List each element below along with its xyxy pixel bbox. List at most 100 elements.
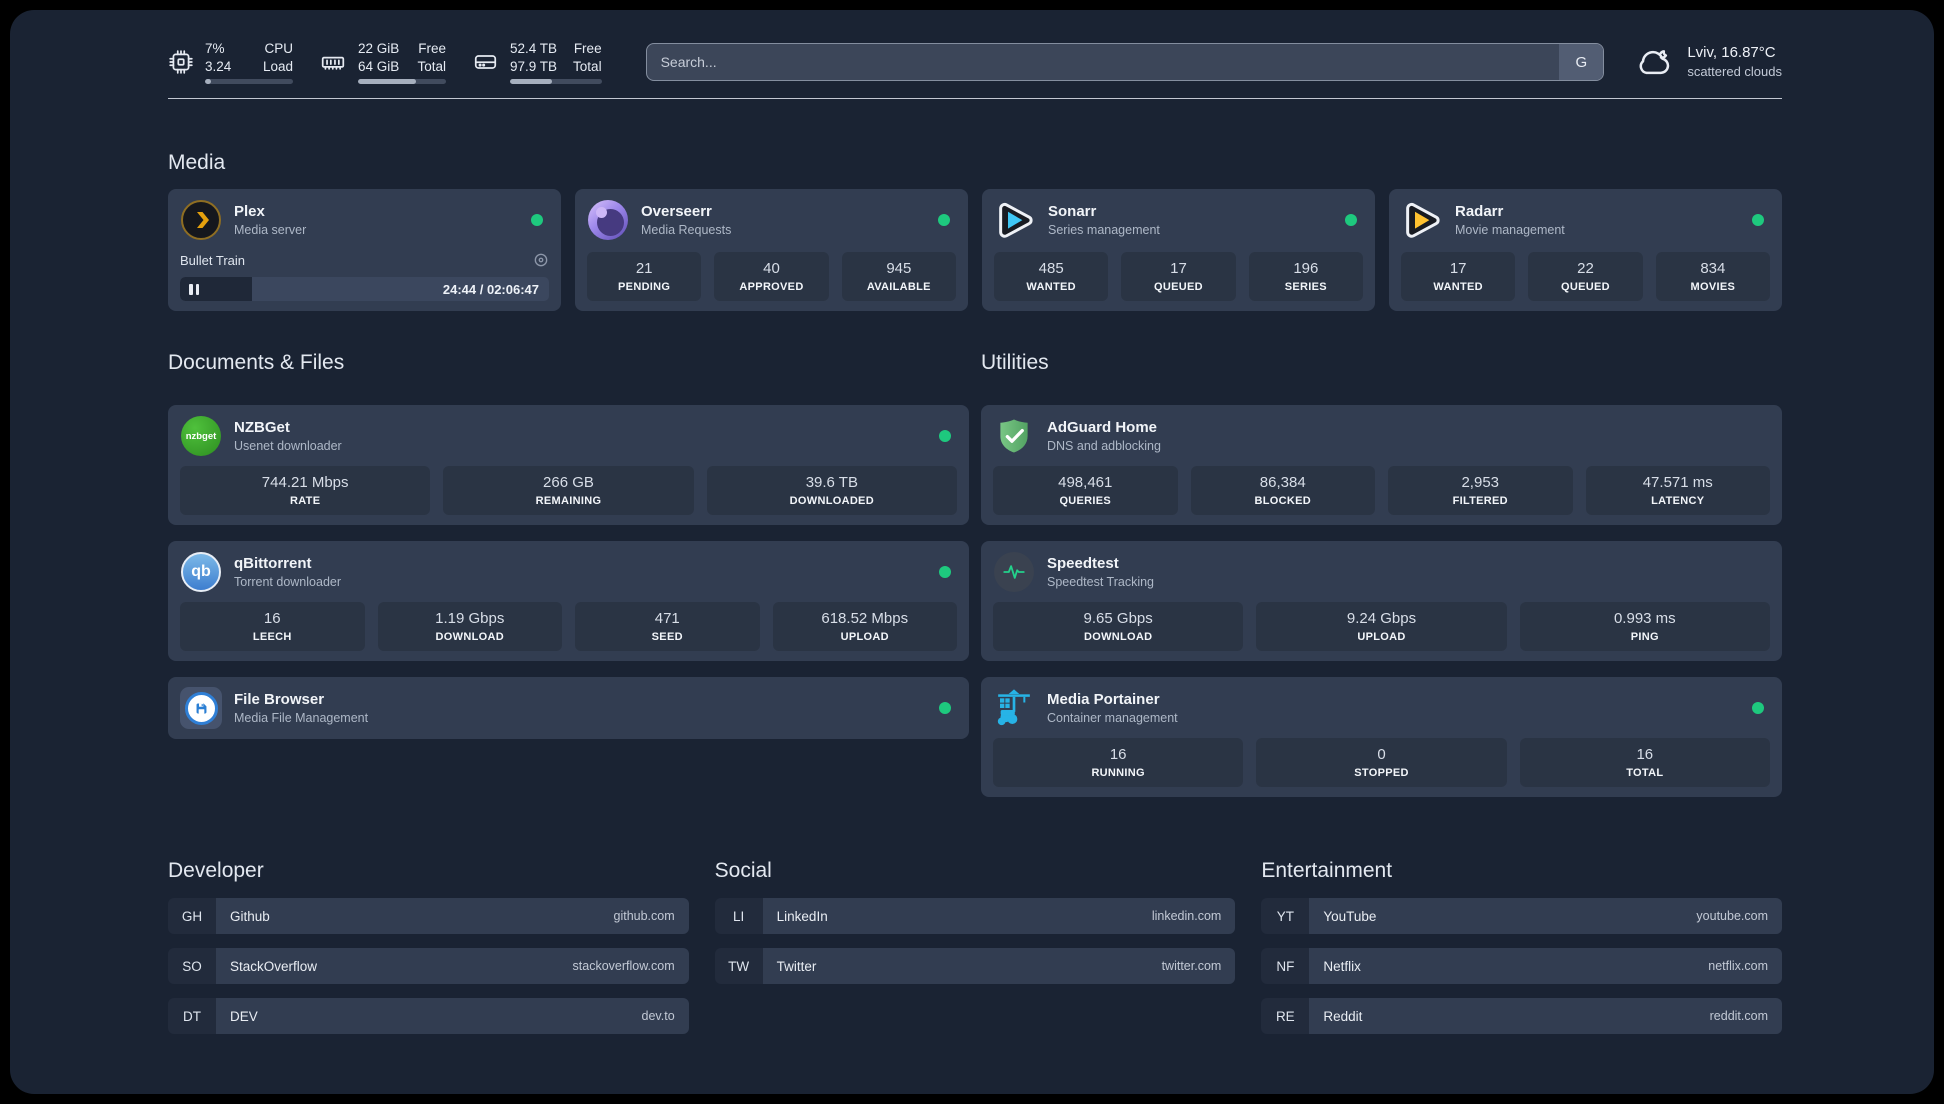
overseerr-card[interactable]: Overseerr Media Requests 21 PENDING 40 APP…	[575, 189, 968, 312]
stat-tile: 16 RUNNING	[993, 738, 1244, 788]
memory-icon	[319, 49, 347, 75]
disk-resource-widget: 52.4 TB 97.9 TB Free Total	[472, 40, 602, 85]
bookmark-abbr: TW	[714, 948, 763, 985]
app-name: AdGuard Home	[1047, 418, 1158, 436]
app-name: Sonarr	[1048, 202, 1097, 220]
bookmark-domain: dev.to	[641, 1009, 675, 1024]
radarr-icon	[1401, 199, 1443, 241]
nzbget-icon: nzbget	[180, 415, 222, 457]
status-dot	[531, 214, 543, 227]
section-title-media: Media	[168, 151, 226, 175]
search-engine-button[interactable]: G	[1559, 44, 1604, 81]
disk-icon	[472, 49, 499, 75]
portainer-card[interactable]: Media Portainer Container management 16 R…	[981, 677, 1782, 798]
section-title-entertainment: Entertainment	[1261, 859, 1393, 883]
weather-widget: Lviv, 16.87°C scattered clouds	[1634, 42, 1782, 82]
app-description: Usenet downloader	[234, 439, 342, 454]
plex-icon	[180, 199, 222, 241]
bookmark-stackoverflow[interactable]: SO StackOverflow stackoverflow.com	[168, 948, 689, 985]
app-description: Container management	[1047, 711, 1178, 726]
app-name: Radarr	[1455, 202, 1504, 220]
bookmark-name: Twitter	[776, 958, 817, 974]
qbittorrent-card[interactable]: qb qBittorrent Torrent downloader 16 LEEC…	[168, 541, 969, 662]
stat-tile: 196 SERIES	[1248, 252, 1363, 302]
bookmark-twitter[interactable]: TW Twitter twitter.com	[714, 948, 1236, 985]
bookmark-name: YouTube	[1323, 908, 1377, 924]
bookmark-name: Reddit	[1323, 1008, 1363, 1024]
bookmark-youtube[interactable]: YT YouTube youtube.com	[1261, 898, 1782, 935]
bookmark-name: StackOverflow	[230, 958, 318, 974]
stat-tile: 471 SEED	[575, 602, 760, 652]
weather-location: Lviv, 16.87°C	[1687, 44, 1776, 62]
bookmark-abbr: RE	[1261, 998, 1310, 1035]
stat-tile: 9.65 Gbps DOWNLOAD	[993, 602, 1244, 652]
app-description: Torrent downloader	[234, 575, 342, 590]
bookmark-domain: netflix.com	[1708, 959, 1768, 974]
section-title-documents: Documents & Files	[168, 351, 345, 375]
bookmark-dev[interactable]: DT DEV dev.to	[168, 998, 689, 1035]
bookmark-domain: reddit.com	[1709, 1009, 1768, 1024]
nzbget-card[interactable]: nzbget NZBGet Usenet downloader 744.21 M…	[168, 405, 969, 526]
utilities-column: Utilities AdGuard Home DNS and adblockin…	[981, 351, 1782, 798]
memory-labels: Free Total	[417, 41, 446, 74]
stat-tile: 86,384 BLOCKED	[1190, 466, 1375, 516]
bookmark-abbr: LI	[714, 898, 763, 935]
bookmark-github[interactable]: GH Github github.com	[168, 898, 689, 935]
app-description: DNS and adblocking	[1047, 439, 1161, 454]
bookmark-reddit[interactable]: RE Reddit reddit.com	[1261, 998, 1782, 1035]
header-divider	[168, 98, 1782, 100]
qbittorrent-icon: qb	[180, 551, 222, 593]
memory-progress-bar	[358, 79, 446, 85]
bookmark-domain: linkedin.com	[1151, 909, 1222, 924]
bookmark-abbr: SO	[168, 948, 216, 985]
stat-tile: 9.24 Gbps UPLOAD	[1256, 602, 1507, 652]
cloud-icon	[1634, 42, 1674, 82]
stat-tile: 47.571 ms LATENCY	[1585, 466, 1770, 516]
stat-tile: 266 GB REMAINING	[443, 466, 694, 516]
bookmark-name: Github	[230, 908, 270, 924]
app-description: Movie management	[1455, 223, 1565, 238]
bookmark-domain: youtube.com	[1696, 909, 1768, 924]
adguard-card[interactable]: AdGuard Home DNS and adblocking 498,461 Q…	[981, 405, 1782, 526]
speedtest-card[interactable]: Speedtest Speedtest Tracking 9.65 Gbps DO…	[981, 541, 1782, 662]
stat-tile: 22 QUEUED	[1528, 252, 1643, 302]
documents-column: Documents & Files nzbget NZBGet Usenet d…	[168, 351, 969, 797]
adguard-icon	[993, 415, 1035, 457]
plex-card[interactable]: Plex Media server Bullet Train 24:44 / 0…	[168, 189, 561, 312]
section-title-social: Social	[714, 859, 772, 883]
bookmark-domain: github.com	[613, 909, 675, 924]
bookmark-domain: twitter.com	[1161, 959, 1222, 974]
app-description: Media Requests	[641, 223, 732, 238]
media-grid: Plex Media server Bullet Train 24:44 / 0…	[168, 189, 1782, 312]
search-input[interactable]	[645, 43, 1605, 82]
bookmark-abbr: DT	[168, 998, 216, 1035]
stat-tile: 16 TOTAL	[1519, 738, 1770, 788]
dashboard: 7% 3.24 CPU Load 22 GiB 64 GiB Free Tota…	[10, 10, 1934, 1094]
bookmark-netflix[interactable]: NF Netflix netflix.com	[1261, 948, 1782, 985]
sonarr-card[interactable]: Sonarr Series management 485 WANTED 17 QUE…	[982, 189, 1375, 312]
radarr-card[interactable]: Radarr Movie management 17 WANTED 22 QUEUE…	[1389, 189, 1782, 312]
filebrowser-card[interactable]: File Browser Media File Management	[168, 677, 969, 740]
stat-tile: 0 STOPPED	[1256, 738, 1507, 788]
entertainment-column: Entertainment YT YouTube youtube.com NF N…	[1261, 859, 1782, 1035]
disc-icon	[533, 252, 549, 268]
filebrowser-icon	[180, 687, 222, 730]
app-name: Overseerr	[641, 202, 712, 220]
bookmark-domain: stackoverflow.com	[572, 959, 675, 974]
app-name: Plex	[234, 202, 265, 220]
stat-tile: 39.6 TB DOWNLOADED	[706, 466, 957, 516]
status-dot	[938, 214, 950, 227]
bookmark-linkedin[interactable]: LI LinkedIn linkedin.com	[714, 898, 1236, 935]
disk-progress-bar	[510, 79, 602, 85]
app-description: Media File Management	[234, 711, 369, 726]
playback-time: 24:44 / 02:06:47	[442, 281, 539, 297]
stat-tile: 744.21 Mbps RATE	[180, 466, 431, 516]
status-dot	[1345, 214, 1357, 227]
bookmark-abbr: YT	[1261, 898, 1310, 935]
portainer-icon	[993, 687, 1035, 729]
now-playing-title: Bullet Train	[180, 252, 246, 268]
app-description: Speedtest Tracking	[1047, 575, 1155, 590]
playback-progress-bar: 24:44 / 02:06:47	[180, 277, 549, 302]
disk-labels: Free Total	[573, 41, 602, 74]
speedtest-icon	[993, 551, 1035, 593]
